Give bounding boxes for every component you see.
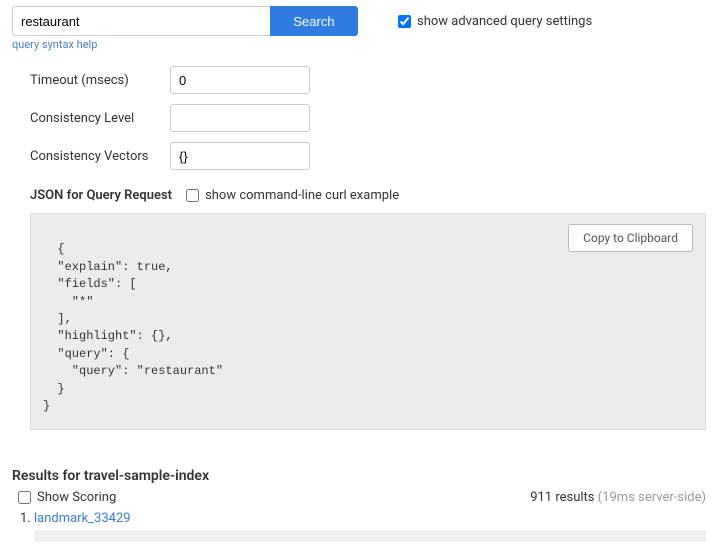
search-query-input[interactable] — [12, 6, 270, 36]
query-syntax-help-link[interactable]: query syntax help — [12, 38, 97, 51]
show-curl-checkbox[interactable] — [186, 189, 199, 202]
timeout-label: Timeout (msecs) — [30, 73, 170, 88]
json-body-text: { "explain": true, "fields": [ "*" ], "h… — [43, 242, 223, 413]
show-advanced-settings-text: show advanced query settings — [417, 14, 592, 29]
copy-to-clipboard-button[interactable]: Copy to Clipboard — [568, 224, 693, 252]
search-button[interactable]: Search — [270, 6, 358, 36]
consistency-level-input[interactable] — [170, 104, 310, 132]
consistency-vectors-label: Consistency Vectors — [30, 149, 170, 164]
result-item-detail-bar — [34, 530, 706, 542]
result-item-number: 1. — [20, 511, 31, 526]
show-scoring-text: Show Scoring — [37, 490, 116, 505]
show-curl-checkbox-label[interactable]: show command-line curl example — [186, 188, 399, 203]
advanced-settings-panel: Timeout (msecs) Consistency Level Consis… — [30, 66, 706, 170]
result-item: 1. landmark_33429 — [20, 511, 706, 526]
consistency-level-label: Consistency Level — [30, 111, 170, 126]
results-heading: Results for travel-sample-index — [12, 468, 706, 484]
json-request-body: Copy to Clipboard { "explain": true, "fie… — [30, 213, 706, 430]
show-scoring-checkbox-label[interactable]: Show Scoring — [18, 490, 116, 505]
results-section: Results for travel-sample-index Show Sco… — [12, 468, 706, 542]
show-curl-text: show command-line curl example — [205, 188, 399, 203]
results-count-value: 911 results — [530, 490, 594, 505]
results-timing: (19ms server-side) — [598, 490, 706, 505]
result-item-link[interactable]: landmark_33429 — [34, 511, 131, 526]
show-advanced-settings-checkbox-label[interactable]: show advanced query settings — [398, 14, 592, 29]
consistency-vectors-input[interactable] — [170, 142, 310, 170]
show-advanced-settings-checkbox[interactable] — [398, 15, 411, 28]
results-count: 911 results (19ms server-side) — [530, 490, 706, 505]
show-scoring-checkbox[interactable] — [18, 491, 31, 504]
timeout-input[interactable] — [170, 66, 310, 94]
json-request-title: JSON for Query Request — [30, 188, 172, 203]
